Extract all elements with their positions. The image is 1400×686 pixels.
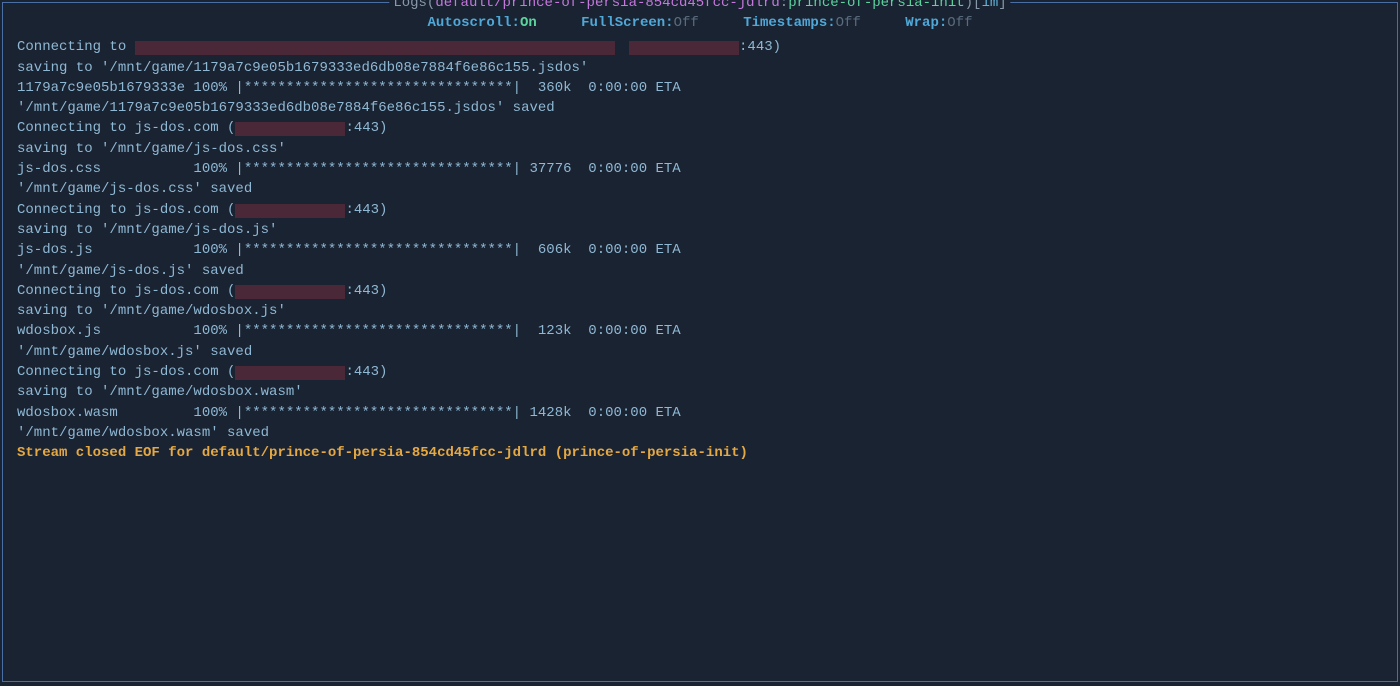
log-line: saving to '/mnt/game/wdosbox.wasm' <box>17 382 1383 402</box>
log-line: js-dos.js 100% |************************… <box>17 240 1383 260</box>
log-content[interactable]: Connecting to :443)saving to '/mnt/game/… <box>3 35 1397 465</box>
log-line: Connecting to js-dos.com ( :443) <box>17 118 1383 138</box>
title-prefix: Logs <box>393 0 427 11</box>
redacted-ip <box>235 285 345 299</box>
log-line: '/mnt/game/1179a7c9e05b1679333ed6db08e78… <box>17 98 1383 118</box>
redacted-ip <box>235 122 345 136</box>
log-line: Connecting to :443) <box>17 37 1383 57</box>
option-fullscreen[interactable]: FullScreen:Off <box>581 13 699 33</box>
redacted-ip <box>235 204 345 218</box>
log-line: Stream closed EOF for default/prince-of-… <box>17 443 1383 463</box>
log-line: '/mnt/game/js-dos.js' saved <box>17 261 1383 281</box>
log-line: saving to '/mnt/game/js-dos.css' <box>17 139 1383 159</box>
log-line: Connecting to js-dos.com ( :443) <box>17 281 1383 301</box>
options-bar: Autoscroll:On FullScreen:Off Timestamps:… <box>3 11 1397 35</box>
log-line: Connecting to js-dos.com ( :443) <box>17 200 1383 220</box>
log-line: js-dos.css 100% |***********************… <box>17 159 1383 179</box>
log-line: '/mnt/game/js-dos.css' saved <box>17 179 1383 199</box>
log-panel: Logs(default/prince-of-persia-854cd45fcc… <box>2 2 1398 682</box>
log-line: saving to '/mnt/game/js-dos.js' <box>17 220 1383 240</box>
option-autoscroll[interactable]: Autoscroll:On <box>428 13 537 33</box>
option-wrap[interactable]: Wrap:Off <box>905 13 972 33</box>
log-line: '/mnt/game/wdosbox.wasm' saved <box>17 423 1383 443</box>
log-line: '/mnt/game/wdosbox.js' saved <box>17 342 1383 362</box>
title-age: 1m <box>981 0 998 11</box>
log-line: 1179a7c9e05b1679333e 100% |*************… <box>17 78 1383 98</box>
redacted-host <box>135 41 615 55</box>
option-timestamps[interactable]: Timestamps:Off <box>743 13 861 33</box>
panel-title: Logs(default/prince-of-persia-854cd45fcc… <box>389 0 1010 13</box>
log-line: wdosbox.wasm 100% |*********************… <box>17 403 1383 423</box>
title-namespace-pod: default/prince-of-persia-854cd45fcc-jdlr… <box>435 0 779 11</box>
log-line: saving to '/mnt/game/wdosbox.js' <box>17 301 1383 321</box>
redacted-host <box>629 41 739 55</box>
log-line: wdosbox.js 100% |***********************… <box>17 321 1383 341</box>
title-container: prince-of-persia-init <box>788 0 964 11</box>
redacted-ip <box>235 366 345 380</box>
log-line: Connecting to js-dos.com ( :443) <box>17 362 1383 382</box>
log-line: saving to '/mnt/game/1179a7c9e05b1679333… <box>17 58 1383 78</box>
